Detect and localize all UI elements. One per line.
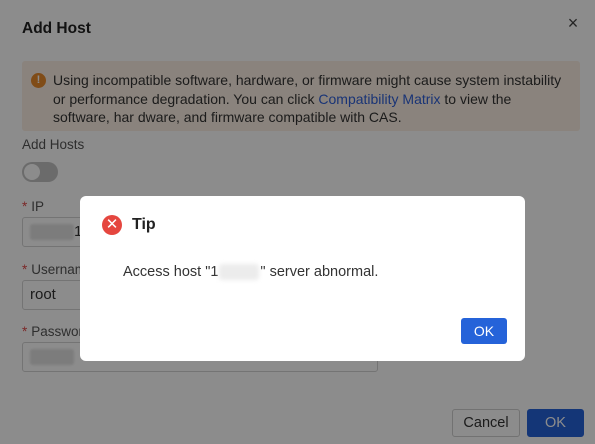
redacted-text (219, 264, 260, 281)
tip-modal: ✕ Tip Access host "1 " server abnormal. O… (80, 196, 525, 361)
tip-title: Tip (132, 216, 156, 233)
tip-ok-button[interactable]: OK (461, 318, 507, 344)
error-icon: ✕ (102, 215, 122, 235)
tip-message-prefix: Access host "1 (123, 264, 219, 280)
tip-message-suffix: " server abnormal. (260, 264, 379, 280)
tip-message: Access host "1 " server abnormal. (123, 264, 379, 281)
